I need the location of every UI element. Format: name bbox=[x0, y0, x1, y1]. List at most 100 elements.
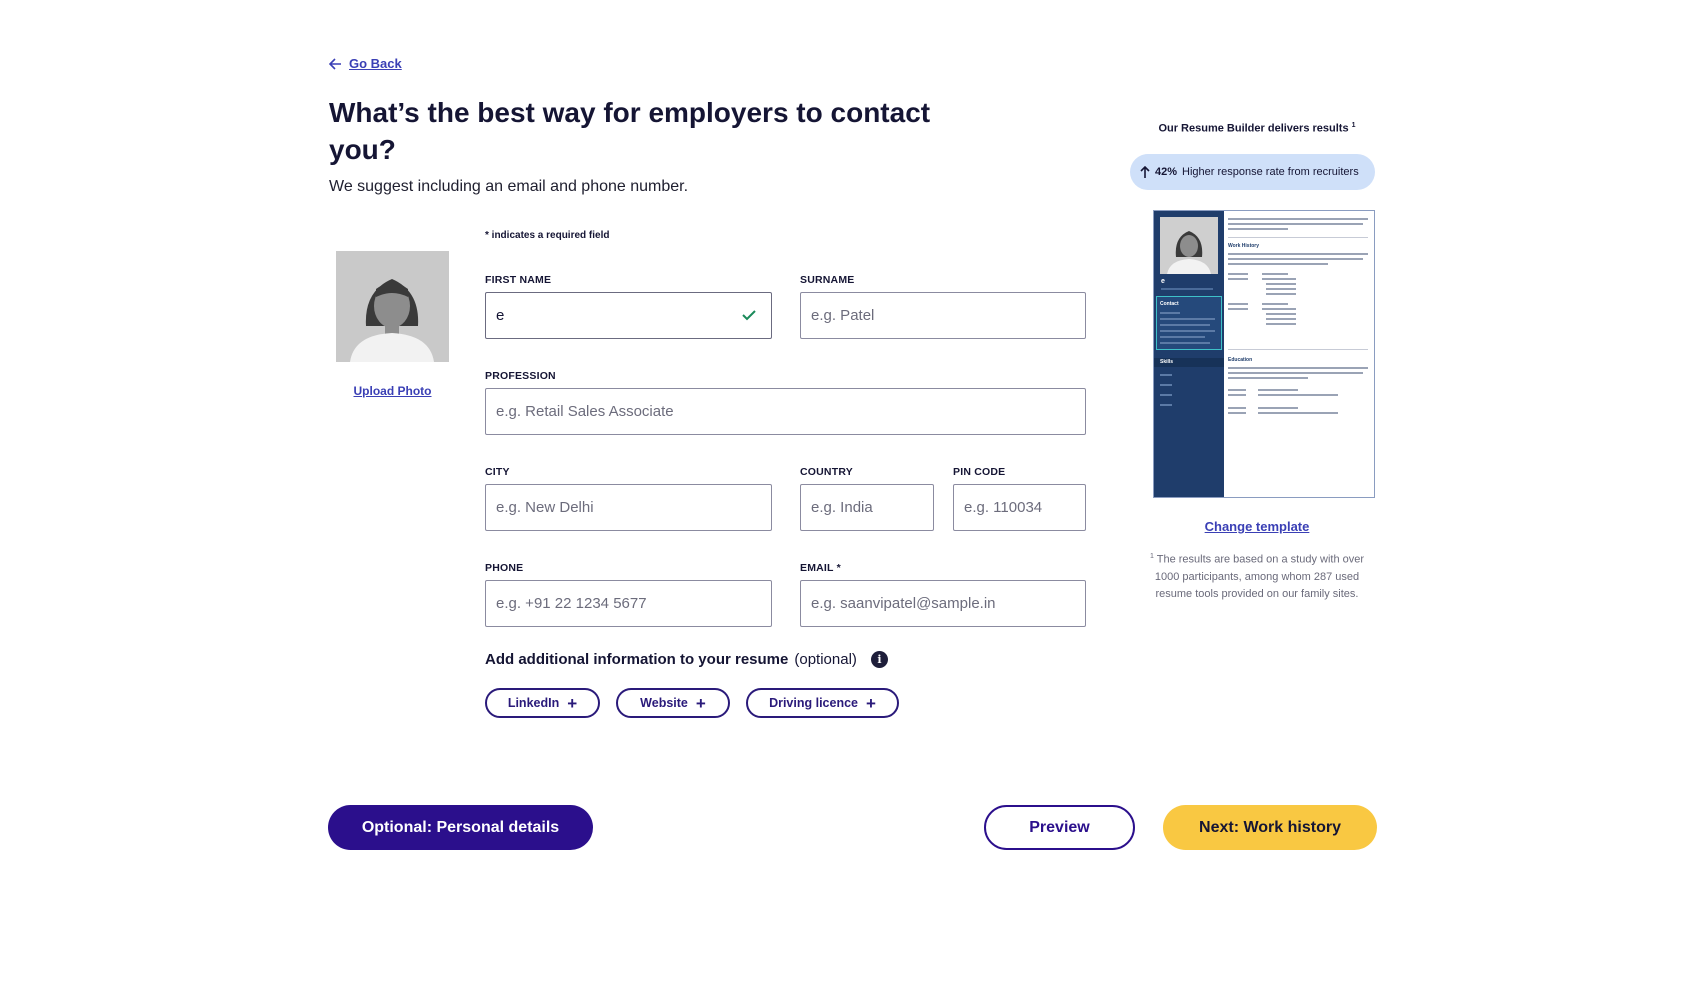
website-chip-label: Website bbox=[640, 696, 688, 710]
driving-licence-chip-label: Driving licence bbox=[769, 696, 858, 710]
results-footnote: 1 The results are based on a study with … bbox=[1140, 548, 1374, 603]
city-label: CITY bbox=[485, 466, 510, 478]
driving-licence-chip-button[interactable]: Driving licence + bbox=[746, 688, 899, 718]
resume-photo bbox=[1160, 217, 1218, 274]
resume-divider bbox=[1228, 237, 1368, 238]
resume-line bbox=[1228, 228, 1288, 230]
resume-line bbox=[1160, 318, 1215, 320]
email-label: EMAIL * bbox=[800, 562, 841, 574]
resume-line bbox=[1228, 308, 1248, 310]
upload-photo-link[interactable]: Upload Photo bbox=[336, 384, 449, 398]
linkedin-chip-label: LinkedIn bbox=[507, 696, 560, 710]
resume-line bbox=[1228, 303, 1248, 305]
change-template-link[interactable]: Change template bbox=[1130, 519, 1384, 534]
resume-line bbox=[1228, 412, 1246, 414]
resume-line bbox=[1258, 394, 1338, 396]
resume-contact-heading: Contact bbox=[1160, 301, 1179, 307]
resume-skills-heading: Skills bbox=[1154, 358, 1224, 367]
surname-label: SURNAME bbox=[800, 274, 855, 286]
next-work-history-button[interactable]: Next: Work history bbox=[1163, 805, 1377, 850]
resume-divider bbox=[1228, 349, 1368, 350]
resume-line bbox=[1160, 384, 1172, 386]
resume-line bbox=[1160, 374, 1172, 376]
resume-line bbox=[1228, 377, 1308, 379]
resume-builder-results-title: Our Resume Builder delivers results 1 bbox=[1130, 122, 1384, 135]
profession-label: PROFESSION bbox=[485, 370, 556, 382]
arrow-up-icon bbox=[1140, 165, 1150, 178]
resume-line bbox=[1228, 263, 1328, 265]
info-icon[interactable]: i bbox=[870, 651, 888, 668]
resume-line bbox=[1228, 218, 1368, 220]
pin-code-label: PIN CODE bbox=[953, 466, 1006, 478]
resume-work-heading: Work History bbox=[1228, 243, 1260, 249]
go-back-label: Go Back bbox=[349, 56, 402, 71]
plus-icon: + bbox=[866, 693, 876, 713]
resume-line bbox=[1228, 253, 1368, 255]
go-back-link[interactable]: Go Back bbox=[329, 56, 402, 71]
footnote-marker: 1 bbox=[1149, 553, 1154, 560]
resume-line bbox=[1160, 394, 1172, 396]
country-input[interactable]: e.g. India bbox=[800, 484, 934, 531]
first-name-input[interactable]: e bbox=[485, 292, 772, 339]
country-label: COUNTRY bbox=[800, 466, 853, 478]
resume-line bbox=[1228, 394, 1246, 396]
avatar-icon bbox=[1160, 217, 1218, 274]
phone-placeholder: e.g. +91 22 1234 5677 bbox=[496, 595, 647, 612]
resume-line bbox=[1258, 412, 1338, 414]
preview-button[interactable]: Preview bbox=[984, 805, 1135, 850]
pin-code-placeholder: e.g. 110034 bbox=[964, 499, 1043, 516]
resume-line bbox=[1262, 303, 1288, 305]
resume-line bbox=[1160, 342, 1210, 344]
resume-line bbox=[1160, 324, 1210, 326]
surname-placeholder: e.g. Patel bbox=[811, 307, 875, 324]
profile-photo-placeholder[interactable] bbox=[336, 251, 449, 362]
resume-line bbox=[1160, 312, 1180, 314]
surname-input[interactable]: e.g. Patel bbox=[800, 292, 1086, 339]
resume-line bbox=[1228, 258, 1363, 260]
page-subtitle: We suggest including an email and phone … bbox=[329, 178, 689, 195]
additional-info-heading: Add additional information to your resum… bbox=[485, 651, 888, 668]
profession-placeholder: e.g. Retail Sales Associate bbox=[496, 403, 674, 420]
resume-line bbox=[1258, 389, 1298, 391]
profession-input[interactable]: e.g. Retail Sales Associate bbox=[485, 388, 1086, 435]
resume-line bbox=[1262, 308, 1296, 310]
phone-input[interactable]: e.g. +91 22 1234 5677 bbox=[485, 580, 772, 627]
resume-line bbox=[1228, 407, 1246, 409]
page-title: What’s the best way for employers to con… bbox=[329, 97, 931, 165]
city-input[interactable]: e.g. New Delhi bbox=[485, 484, 772, 531]
plus-icon: + bbox=[695, 693, 706, 713]
resume-line bbox=[1266, 293, 1296, 295]
first-name-value: e bbox=[496, 307, 505, 324]
resume-line bbox=[1266, 283, 1296, 285]
resume-name: e bbox=[1161, 278, 1165, 285]
optional-personal-details-button[interactable]: Optional: Personal details bbox=[328, 805, 593, 850]
resume-line bbox=[1262, 278, 1296, 280]
response-rate-badge: 42% Higher response rate from recruiters bbox=[1130, 154, 1375, 190]
response-rate-text: Higher response rate from recruiters bbox=[1182, 166, 1359, 178]
email-input[interactable]: e.g. saanvipatel@sample.in bbox=[800, 580, 1086, 627]
resume-template-preview[interactable]: e Contact Skills Work History Education bbox=[1153, 210, 1375, 498]
resume-line bbox=[1160, 336, 1205, 338]
pin-code-input[interactable]: e.g. 110034 bbox=[953, 484, 1086, 531]
optional-text: (optional) bbox=[794, 651, 857, 668]
linkedin-chip-button[interactable]: LinkedIn + bbox=[485, 688, 600, 718]
resume-line bbox=[1266, 313, 1296, 315]
results-title-footnote-marker: 1 bbox=[1351, 122, 1356, 129]
resume-line bbox=[1262, 273, 1288, 275]
email-placeholder: e.g. saanvipatel@sample.in bbox=[811, 595, 996, 612]
first-name-label: FIRST NAME bbox=[485, 274, 552, 286]
resume-line bbox=[1228, 273, 1248, 275]
resume-line bbox=[1228, 278, 1248, 280]
arrow-left-icon bbox=[329, 57, 341, 70]
resume-line bbox=[1160, 330, 1215, 332]
avatar-icon bbox=[336, 251, 449, 362]
results-title-text: Our Resume Builder delivers results bbox=[1158, 122, 1349, 135]
resume-line bbox=[1228, 223, 1363, 225]
response-rate-value: 42% bbox=[1155, 166, 1178, 178]
footnote-text: The results are based on a study with ov… bbox=[1154, 553, 1365, 600]
plus-icon: + bbox=[567, 693, 578, 713]
resume-line bbox=[1258, 407, 1298, 409]
country-placeholder: e.g. India bbox=[811, 499, 873, 516]
resume-line bbox=[1160, 404, 1172, 406]
website-chip-button[interactable]: Website + bbox=[616, 688, 730, 718]
